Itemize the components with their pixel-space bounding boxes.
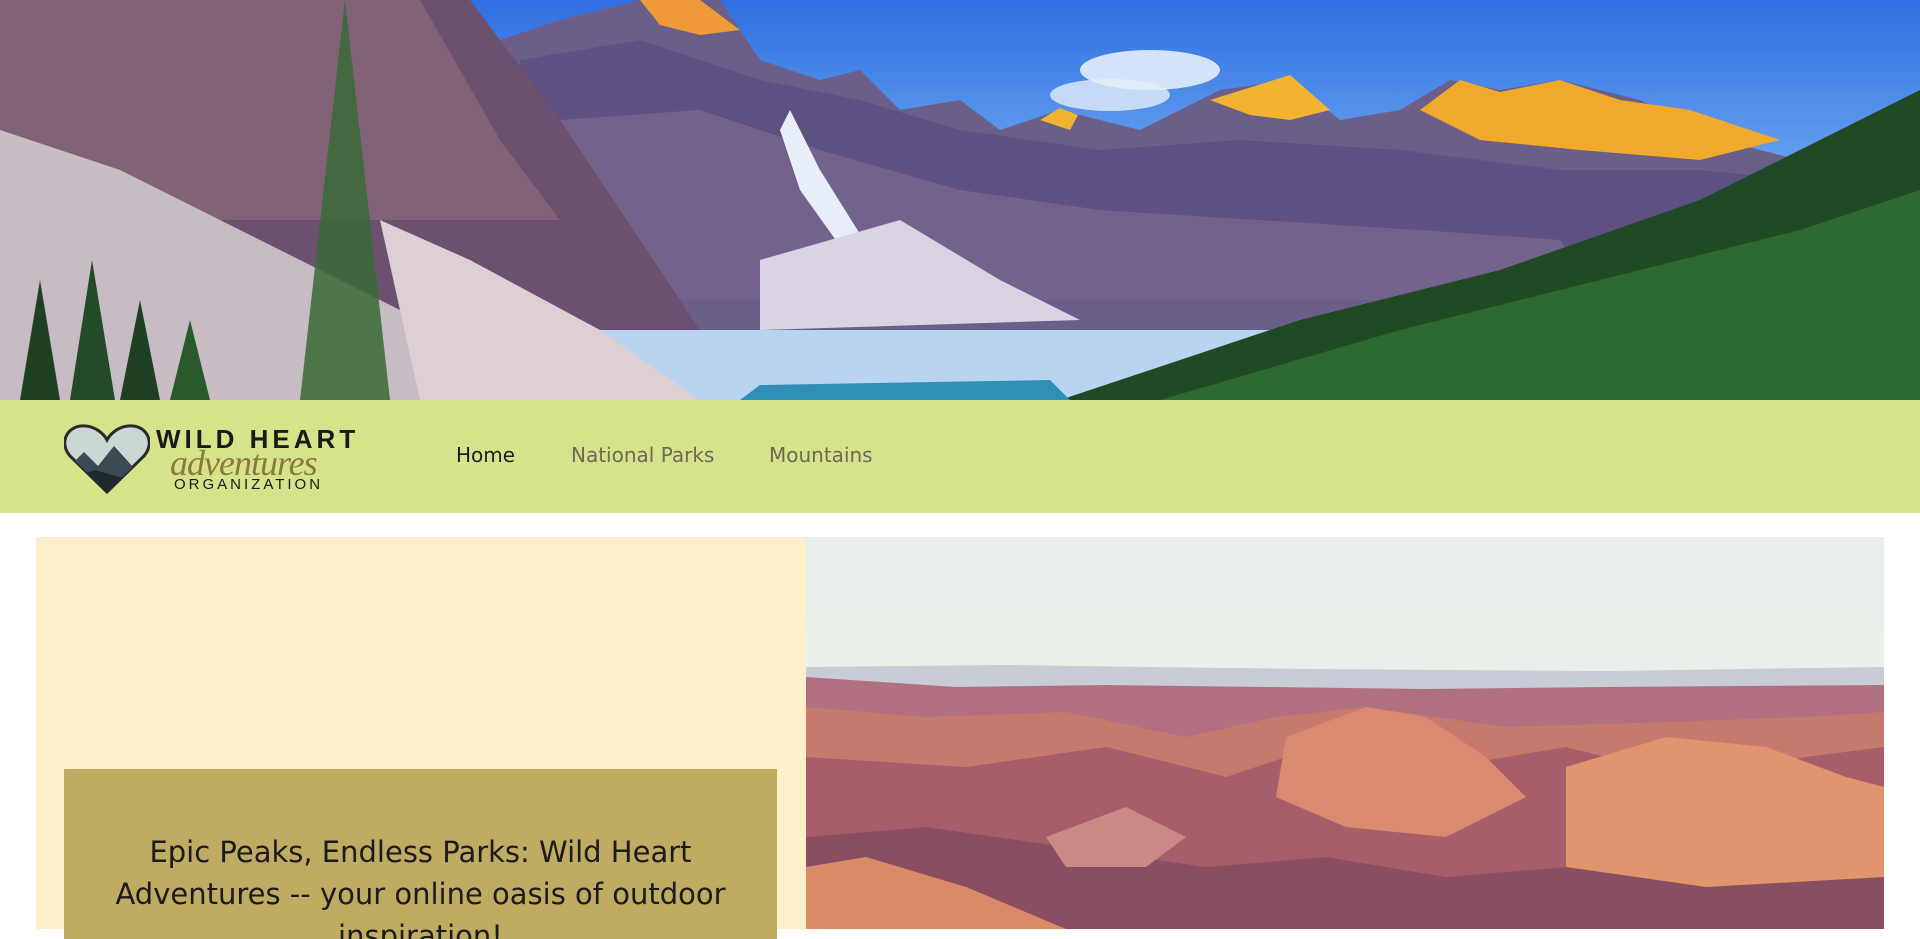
feature-canyon-image <box>806 537 1884 929</box>
heart-mountain-logo-icon <box>64 424 150 494</box>
tagline-box: Epic Peaks, Endless Parks: Wild Heart Ad… <box>64 769 777 939</box>
tagline-text: Epic Peaks, Endless Parks: Wild Heart Ad… <box>115 835 726 939</box>
logo-text-organization: ORGANIZATION <box>174 476 324 493</box>
nav-link-national-parks[interactable]: National Parks <box>571 443 714 467</box>
nav-link-mountains[interactable]: Mountains <box>769 443 873 467</box>
nav-link-home[interactable]: Home <box>456 443 515 467</box>
site-logo[interactable]: WILD HEART adventures ORGANIZATION <box>64 418 364 498</box>
hero-banner-image <box>0 0 1920 400</box>
